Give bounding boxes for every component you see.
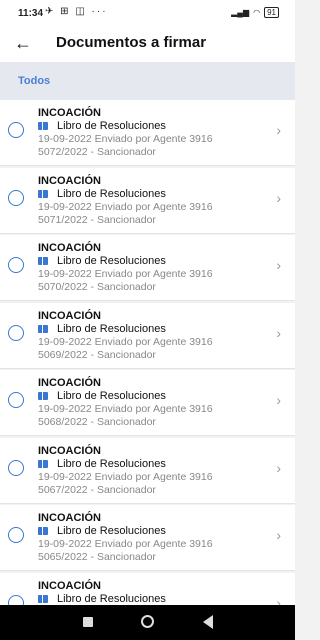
book-name: Libro de Resoluciones <box>57 322 166 335</box>
document-type: INCOACIÓN <box>38 107 101 119</box>
select-radio[interactable] <box>8 189 24 206</box>
book-icon <box>38 122 48 130</box>
nav-back-icon[interactable] <box>203 615 213 629</box>
chevron-right-icon[interactable]: › <box>276 325 281 341</box>
system-icons: ▂▄▆ ◠ 91 <box>231 7 279 18</box>
status-time: 11:34 <box>18 8 44 19</box>
book-row: Libro de Resoluciones <box>38 120 166 132</box>
book-icon <box>38 189 48 198</box>
reference: 5065/2022 - Sancionador <box>38 551 156 563</box>
chevron-right-icon[interactable]: › <box>276 527 281 543</box>
reference: 5070/2022 - Sancionador <box>38 281 156 293</box>
book-icon <box>38 392 48 400</box>
wifi-icon: ◠ <box>253 8 261 17</box>
back-arrow-icon[interactable]: ← <box>12 32 34 54</box>
page-title: Documentos a firmar <box>56 34 207 51</box>
book-name: Libro de Resoluciones <box>57 525 166 537</box>
home-icon[interactable] <box>141 615 154 628</box>
document-card[interactable]: INCOACIÓN Libro de Resoluciones 19-09-2022… <box>0 505 295 571</box>
reference: 5071/2022 - Sancionador <box>38 213 156 226</box>
document-type: INCOACIÓN <box>38 242 101 254</box>
reference: 5068/2022 - Sancionador <box>38 416 156 428</box>
tab-todos[interactable]: Todos <box>18 75 50 87</box>
app-bar: ← Documentos a firmar <box>0 26 295 62</box>
book-name: Libro de Resoluciones <box>57 120 166 132</box>
book-row: Libro de Resoluciones <box>38 525 166 537</box>
chevron-right-icon[interactable]: › <box>276 460 281 476</box>
book-row: Libro de Resoluciones <box>38 390 166 402</box>
chevron-right-icon[interactable]: › <box>276 257 281 273</box>
sent-info: 19-09-2022 Enviado por Agente 3916 <box>38 470 213 483</box>
document-type: INCOACIÓN <box>38 309 101 322</box>
sent-info: 19-09-2022 Enviado por Agente 3916 <box>38 200 213 213</box>
notification-icons: ✈ ⊞ ◫ ··· <box>45 6 108 17</box>
document-card[interactable]: INCOACIÓN Libro de Resoluciones 19-09-2022… <box>0 302 295 369</box>
sent-info: 19-09-2022 Enviado por Agente 3916 <box>38 268 213 280</box>
signal-icon: ▂▄▆ <box>231 8 250 17</box>
sent-info: 19-09-2022 Enviado por Agente 3916 <box>38 538 213 550</box>
chevron-right-icon[interactable]: › <box>276 392 281 408</box>
reference: 5072/2022 - Sancionador <box>38 146 156 158</box>
battery-icon: 91 <box>264 7 279 18</box>
book-icon <box>38 459 48 468</box>
book-name: Libro de Resoluciones <box>57 255 166 267</box>
sent-info: 19-09-2022 Enviado por Agente 3916 <box>38 335 213 348</box>
select-radio[interactable] <box>8 527 24 543</box>
select-radio[interactable] <box>8 324 24 341</box>
book-row: Libro de Resoluciones <box>38 593 166 605</box>
document-card[interactable]: INCOACIÓN Libro de Resoluciones 19-09-2022… <box>0 100 295 166</box>
status-bar: 11:34 ✈ ⊞ ◫ ··· ▂▄▆ ◠ 91 <box>0 0 295 26</box>
tab-bar: Todos <box>0 62 295 100</box>
document-card[interactable]: INCOACIÓN Libro de Resoluciones 19-09-2022… <box>0 437 295 504</box>
book-icon <box>38 257 48 265</box>
reference: 5067/2022 - Sancionador <box>38 483 156 496</box>
recent-apps-icon[interactable] <box>83 617 93 627</box>
document-card[interactable]: INCOACIÓN Libro de Resoluciones 19-09-2022… <box>0 235 295 301</box>
system-nav-bar <box>0 605 295 640</box>
select-radio[interactable] <box>8 257 24 273</box>
book-name: Libro de Resoluciones <box>57 592 166 605</box>
document-type: INCOACIÓN <box>38 377 101 389</box>
book-row: Libro de Resoluciones <box>38 458 166 470</box>
document-type: INCOACIÓN <box>38 174 101 187</box>
sent-info: 19-09-2022 Enviado por Agente 3916 <box>38 403 213 415</box>
select-radio[interactable] <box>8 459 24 476</box>
book-icon <box>38 324 48 333</box>
select-radio[interactable] <box>8 122 24 138</box>
book-icon <box>38 527 48 535</box>
book-name: Libro de Resoluciones <box>57 457 166 470</box>
chevron-right-icon[interactable]: › <box>276 122 281 138</box>
reference: 5069/2022 - Sancionador <box>38 348 156 361</box>
book-row: Libro de Resoluciones <box>38 255 166 267</box>
book-row: Libro de Resoluciones <box>38 323 166 335</box>
book-name: Libro de Resoluciones <box>57 187 166 200</box>
book-row: Libro de Resoluciones <box>38 188 166 200</box>
document-type: INCOACIÓN <box>38 444 101 457</box>
book-name: Libro de Resoluciones <box>57 390 166 402</box>
document-card[interactable]: INCOACIÓN Libro de Resoluciones 19-09-2022… <box>0 167 295 234</box>
document-card[interactable]: INCOACIÓN Libro de Resoluciones 19-09-2022… <box>0 370 295 436</box>
document-type: INCOACIÓN <box>38 512 101 524</box>
book-icon <box>38 594 48 603</box>
document-type: INCOACIÓN <box>38 579 101 592</box>
select-radio[interactable] <box>8 392 24 408</box>
sent-info: 19-09-2022 Enviado por Agente 3916 <box>38 133 213 145</box>
chevron-right-icon[interactable]: › <box>276 190 281 206</box>
